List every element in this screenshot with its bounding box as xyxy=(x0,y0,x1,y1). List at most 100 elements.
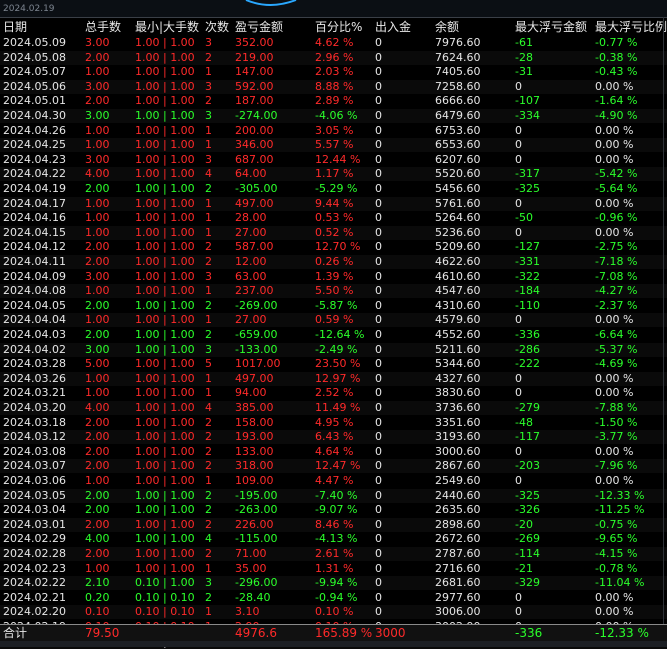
row-pnl: 1017.00 xyxy=(235,357,281,371)
row-max-float-loss: -203 xyxy=(515,459,540,473)
table-row[interactable]: 2024.04.30 3.00 1.00 | 1.00 3 -274.00 -4.06 %… xyxy=(0,109,667,123)
row-min-max-lots: 1.00 | 1.00 xyxy=(135,196,195,210)
row-total-lots: 2.00 xyxy=(85,415,110,429)
table-row[interactable]: 2024.03.20 4.00 1.00 | 1.00 4 385.00 11.49 % 0… xyxy=(0,401,667,415)
footer-total-pnl: 4976.6 xyxy=(235,626,277,640)
footer-total-lots: 79.50 xyxy=(85,626,120,640)
row-date: 2024.03.06 xyxy=(3,474,66,487)
table-row[interactable]: 2024.03.05 2.00 1.00 | 1.00 2 -195.00 -7.40 %… xyxy=(0,488,667,503)
table-row[interactable]: 2024.02.28 2.00 1.00 | 1.00 2 71.00 2.61 % 0 27… xyxy=(0,547,667,561)
row-deposit-withdraw: 0 xyxy=(375,547,382,560)
header-percent: 百分比% xyxy=(315,20,363,34)
row-deposit-withdraw: 0 xyxy=(375,488,382,502)
row-max-float-loss-pct: 0.00 % xyxy=(595,152,634,166)
row-percent: 5.57 % xyxy=(315,138,354,152)
row-count: 2 xyxy=(205,182,212,195)
row-min-max-lots: 1.00 | 1.00 xyxy=(135,94,195,108)
table-row[interactable]: 2024.04.23 3.00 1.00 | 1.00 3 687.00 12.44 % 0… xyxy=(0,153,667,167)
row-count: 2 xyxy=(205,503,212,517)
row-percent: 0.53 % xyxy=(315,211,354,225)
row-max-float-loss: -110 xyxy=(515,298,540,312)
row-pnl: 133.00 xyxy=(235,444,274,458)
table-row[interactable]: 2024.04.22 4.00 1.00 | 1.00 4 64.00 1.17 % 0 55… xyxy=(0,167,667,182)
header-pnl: 盈亏金额 xyxy=(235,20,284,34)
table-row[interactable]: 2024.03.12 2.00 1.00 | 1.00 2 193.00 6.43 % 0 3… xyxy=(0,430,667,445)
table-row[interactable]: 2024.03.06 1.00 1.00 | 1.00 1 109.00 4.47 % 0 2… xyxy=(0,474,667,488)
table-row[interactable]: 2024.02.29 4.00 1.00 | 1.00 4 -115.00 -4.13 %… xyxy=(0,532,667,546)
row-count: 1 xyxy=(205,138,212,152)
row-deposit-withdraw: 0 xyxy=(375,298,382,312)
table-row[interactable]: 2024.04.08 1.00 1.00 | 1.00 1 237.00 5.50 % 0 4… xyxy=(0,284,667,299)
table-row[interactable]: 2024.05.09 3.00 1.00 | 1.00 3 352.00 4.62 % 0 7… xyxy=(0,36,667,50)
row-count: 5 xyxy=(205,357,212,371)
table-row[interactable]: 2024.04.11 2.00 1.00 | 1.00 2 12.00 0.26 % 0 46… xyxy=(0,255,667,269)
row-max-float-loss-pct: -4.15 % xyxy=(595,547,638,560)
row-max-float-loss-pct: -4.90 % xyxy=(595,109,638,122)
table-row[interactable]: 2024.03.01 2.00 1.00 | 1.00 2 226.00 8.46 % 0 2… xyxy=(0,517,667,532)
row-max-float-loss: 0 xyxy=(515,79,522,93)
table-row[interactable]: 2024.04.04 1.00 1.00 | 1.00 1 27.00 0.59 % 0 45… xyxy=(0,313,667,328)
table-row[interactable]: 2024.05.01 2.00 1.00 | 1.00 2 187.00 2.89 % 0 6… xyxy=(0,94,667,108)
table-row[interactable]: 2024.04.19 2.00 1.00 | 1.00 2 -305.00 -5.29 %… xyxy=(0,182,667,196)
table-row[interactable]: 2024.03.28 5.00 1.00 | 1.00 5 1017.00 23.50 %… xyxy=(0,357,667,371)
row-total-lots: 2.00 xyxy=(85,328,110,341)
row-max-float-loss: 0 xyxy=(515,605,522,619)
row-min-max-lots: 1.00 | 1.00 xyxy=(135,167,195,181)
table-row[interactable]: 2024.02.22 2.10 0.10 | 1.00 3 -296.00 -9.94 %… xyxy=(0,576,667,591)
row-min-max-lots: 1.00 | 1.00 xyxy=(135,532,195,546)
row-deposit-withdraw: 0 xyxy=(375,503,382,517)
row-percent: 2.61 % xyxy=(315,547,354,560)
table-row[interactable]: 2024.02.20 0.10 0.10 | 0.10 1 3.10 0.10 % 0 300… xyxy=(0,605,667,620)
row-pnl: 35.00 xyxy=(235,561,267,575)
row-balance: 6753.60 xyxy=(435,123,481,137)
row-balance: 4327.60 xyxy=(435,371,481,385)
row-percent: -4.06 % xyxy=(315,109,358,122)
table-row[interactable]: 2024.04.02 3.00 1.00 | 1.00 3 -133.00 -2.49 %… xyxy=(0,342,667,357)
row-deposit-withdraw: 0 xyxy=(375,152,382,166)
row-balance: 5456.60 xyxy=(435,182,481,195)
table-row[interactable]: 2024.05.08 2.00 1.00 | 1.00 2 219.00 2.96 % 0 7… xyxy=(0,50,667,65)
row-max-float-loss-pct: 0.00 % xyxy=(595,138,634,152)
table-row[interactable]: 2024.02.23 1.00 1.00 | 1.00 1 35.00 1.31 % 0 27… xyxy=(0,562,667,576)
table-row[interactable]: 2024.04.17 1.00 1.00 | 1.00 1 497.00 9.44 % 0 5… xyxy=(0,196,667,211)
row-date: 2024.03.26 xyxy=(3,371,66,385)
row-deposit-withdraw: 0 xyxy=(375,255,382,268)
table-row[interactable]: 2024.05.06 3.00 1.00 | 1.00 3 592.00 8.88 % 0 7… xyxy=(0,79,667,94)
table-row[interactable]: 2024.03.08 2.00 1.00 | 1.00 2 133.00 4.64 % 0 3… xyxy=(0,445,667,459)
row-max-float-loss: -325 xyxy=(515,182,540,195)
table-row[interactable]: 2024.04.09 3.00 1.00 | 1.00 3 63.00 1.39 % 0 46… xyxy=(0,270,667,284)
row-total-lots: 0.10 xyxy=(85,605,110,619)
row-balance: 2867.60 xyxy=(435,459,481,473)
row-min-max-lots: 1.00 | 1.00 xyxy=(135,225,195,239)
table-row[interactable]: 2024.03.18 2.00 1.00 | 1.00 2 158.00 4.95 % 0 3… xyxy=(0,416,667,430)
row-count: 1 xyxy=(205,123,212,137)
table-row[interactable]: 2024.04.16 1.00 1.00 | 1.00 1 28.00 0.53 % 0 52… xyxy=(0,211,667,225)
table-row[interactable]: 2024.04.15 1.00 1.00 | 1.00 1 27.00 0.52 % 0 52… xyxy=(0,225,667,240)
row-max-float-loss-pct: -12.33 % xyxy=(595,488,645,502)
row-balance: 5211.60 xyxy=(435,342,481,356)
table-row[interactable]: 2024.03.04 2.00 1.00 | 1.00 2 -263.00 -9.07 %… xyxy=(0,503,667,517)
row-max-float-loss: 0 xyxy=(515,225,522,239)
row-date: 2024.04.09 xyxy=(3,269,66,283)
table-row[interactable]: 2024.04.25 1.00 1.00 | 1.00 1 346.00 5.57 % 0 6… xyxy=(0,138,667,153)
row-date: 2024.04.22 xyxy=(3,167,66,181)
row-max-float-loss-pct: 0.00 % xyxy=(595,371,634,385)
row-pnl: 318.00 xyxy=(235,459,274,473)
row-deposit-withdraw: 0 xyxy=(375,371,382,385)
table-row[interactable]: 2024.03.07 2.00 1.00 | 1.00 2 318.00 12.47 % 0… xyxy=(0,459,667,474)
table-row[interactable]: 2024.04.03 2.00 1.00 | 1.00 2 -659.00 -12.64 … xyxy=(0,328,667,342)
table-row[interactable]: 2024.04.26 1.00 1.00 | 1.00 1 200.00 3.05 % 0 6… xyxy=(0,124,667,138)
row-date: 2024.02.23 xyxy=(3,561,66,575)
row-pnl: 63.00 xyxy=(235,269,267,283)
table-row[interactable]: 2024.05.07 1.00 1.00 | 1.00 1 147.00 2.03 % 0 7… xyxy=(0,65,667,79)
row-total-lots: 2.00 xyxy=(85,517,110,531)
row-deposit-withdraw: 0 xyxy=(375,561,382,575)
row-percent: 4.64 % xyxy=(315,444,354,458)
table-row[interactable]: 2024.03.26 1.00 1.00 | 1.00 1 497.00 12.97 % 0… xyxy=(0,371,667,386)
table-row[interactable]: 2024.02.21 0.20 0.10 | 0.10 2 -28.40 -0.94 % 0… xyxy=(0,591,667,605)
table-row[interactable]: 2024.03.21 1.00 1.00 | 1.00 1 94.00 2.52 % 0 38… xyxy=(0,386,667,400)
row-min-max-lots: 1.00 | 1.00 xyxy=(135,488,195,502)
row-pnl: 71.00 xyxy=(235,547,267,560)
table-row[interactable]: 2024.04.05 2.00 1.00 | 1.00 2 -269.00 -5.87 %… xyxy=(0,299,667,313)
table-row[interactable]: 2024.04.12 2.00 1.00 | 1.00 2 587.00 12.70 % 0… xyxy=(0,240,667,254)
